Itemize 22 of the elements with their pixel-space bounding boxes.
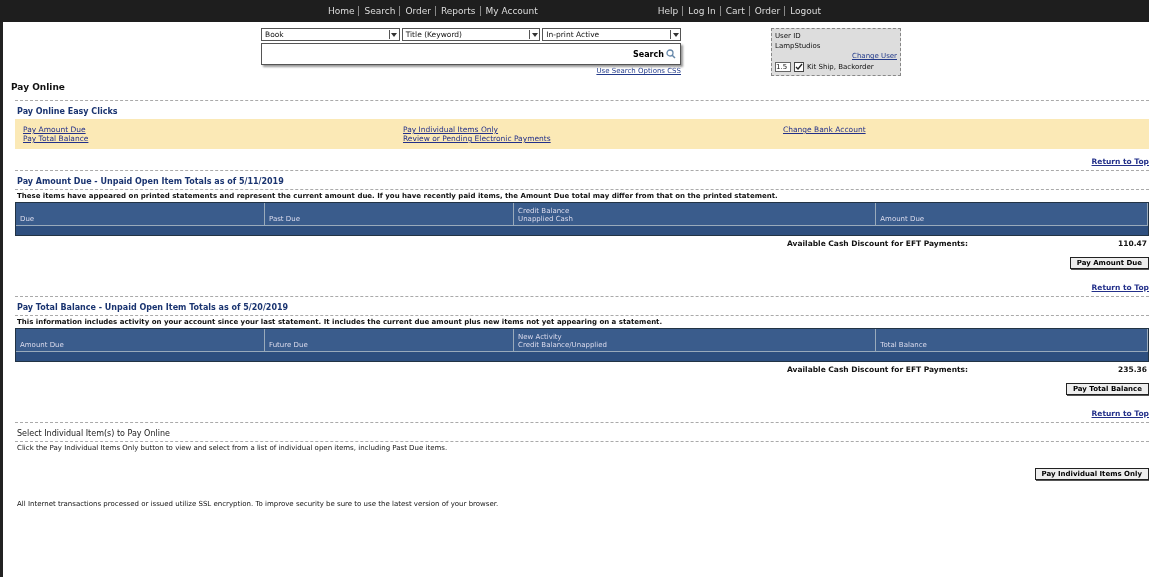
- section-title: Pay Online Easy Clicks: [16, 106, 119, 118]
- nav-link[interactable]: Log In: [682, 6, 716, 16]
- search-field[interactable]: Search: [261, 43, 681, 65]
- search-button[interactable]: Search: [633, 49, 676, 59]
- section-title: Pay Total Balance - Unpaid Open Item Totals as of 5/20/2019: [16, 302, 290, 314]
- nav-link[interactable]: Reports: [435, 6, 476, 16]
- nav-link[interactable]: Order: [399, 6, 431, 16]
- caret-icon: [529, 30, 540, 39]
- checkbox[interactable]: [794, 62, 804, 72]
- nav-link[interactable]: Order: [748, 6, 781, 16]
- nav-link[interactable]: My Account: [479, 6, 538, 16]
- section-title: Select Individual Item(s) to Pay Online: [16, 428, 171, 440]
- nav-link[interactable]: Home: [327, 6, 355, 16]
- search-icon: [666, 49, 676, 59]
- caret-icon: [670, 30, 680, 39]
- nav-link[interactable]: Cart: [719, 6, 745, 16]
- nav-link[interactable]: Logout: [784, 6, 822, 16]
- page-title: Pay Online: [10, 81, 66, 92]
- nav-link[interactable]: Search: [358, 6, 396, 16]
- section-title: Pay Amount Due - Unpaid Open Item Totals as of 5/11/2019: [16, 176, 285, 188]
- caret-icon: [388, 30, 399, 39]
- nav-link[interactable]: Help: [657, 6, 679, 16]
